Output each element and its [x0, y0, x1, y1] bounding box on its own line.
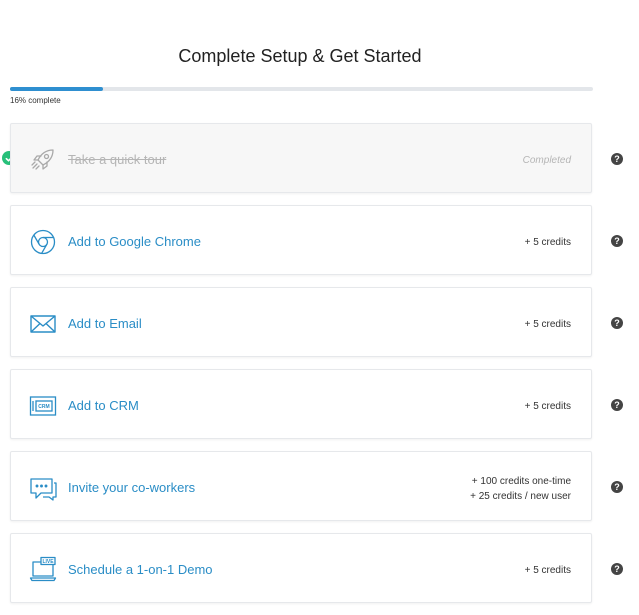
setup-steps-list: Take a quick tour Completed ? Add to Goo… — [0, 123, 639, 615]
crm-icon: CRM — [29, 392, 57, 420]
step-card[interactable]: CRM Add to CRM + 5 credits — [10, 369, 592, 439]
step-label: Invite your co-workers — [68, 480, 196, 495]
progress-label: 16% complete — [10, 96, 61, 105]
rocket-icon — [29, 146, 57, 174]
step-label: Take a quick tour — [68, 152, 167, 167]
step-card[interactable]: Add to Google Chrome + 5 credits — [10, 205, 592, 275]
reward-line: + 25 credits / new user — [470, 491, 571, 502]
step-reward: + 5 credits — [524, 319, 571, 330]
step-label: Add to Email — [68, 316, 142, 331]
step-invite-coworkers: Invite your co-workers + 100 credits one… — [0, 451, 639, 522]
help-icon[interactable]: ? — [611, 317, 623, 329]
step-schedule-demo: LIVE Schedule a 1-on-1 Demo + 5 credits … — [0, 533, 639, 604]
step-card[interactable]: Invite your co-workers + 100 credits one… — [10, 451, 592, 521]
progress-fill — [10, 87, 104, 91]
help-icon[interactable]: ? — [611, 563, 623, 575]
step-status: Completed — [522, 155, 571, 166]
step-add-chrome: Add to Google Chrome + 5 credits ? — [0, 205, 639, 276]
chrome-icon — [29, 228, 57, 256]
chat-bubble-icon — [29, 474, 57, 502]
step-card[interactable]: Take a quick tour Completed — [10, 123, 592, 193]
svg-text:CRM: CRM — [38, 404, 49, 410]
step-reward: + 100 credits one-time + 25 credits / ne… — [470, 474, 571, 504]
step-reward: + 5 credits — [524, 565, 571, 576]
progress-bar — [10, 87, 593, 91]
step-card[interactable]: LIVE Schedule a 1-on-1 Demo + 5 credits — [10, 533, 592, 603]
help-icon[interactable]: ? — [611, 481, 623, 493]
help-icon[interactable]: ? — [611, 153, 623, 165]
step-card[interactable]: Add to Email + 5 credits — [10, 287, 592, 357]
step-add-crm: CRM Add to CRM + 5 credits ? — [0, 369, 639, 440]
help-icon[interactable]: ? — [611, 235, 623, 247]
step-reward: + 5 credits — [524, 237, 571, 248]
step-take-tour: Take a quick tour Completed ? — [0, 123, 639, 194]
step-label: Schedule a 1-on-1 Demo — [68, 562, 213, 577]
help-icon[interactable]: ? — [611, 399, 623, 411]
step-label: Add to CRM — [68, 398, 139, 413]
envelope-icon — [29, 310, 57, 338]
step-reward: + 5 credits — [524, 401, 571, 412]
page-title: Complete Setup & Get Started — [178, 46, 422, 66]
live-demo-icon: LIVE — [29, 556, 57, 584]
step-add-email: Add to Email + 5 credits ? — [0, 287, 639, 358]
reward-line: + 100 credits one-time — [471, 476, 571, 487]
step-label: Add to Google Chrome — [68, 234, 201, 249]
svg-text:LIVE: LIVE — [42, 559, 54, 565]
